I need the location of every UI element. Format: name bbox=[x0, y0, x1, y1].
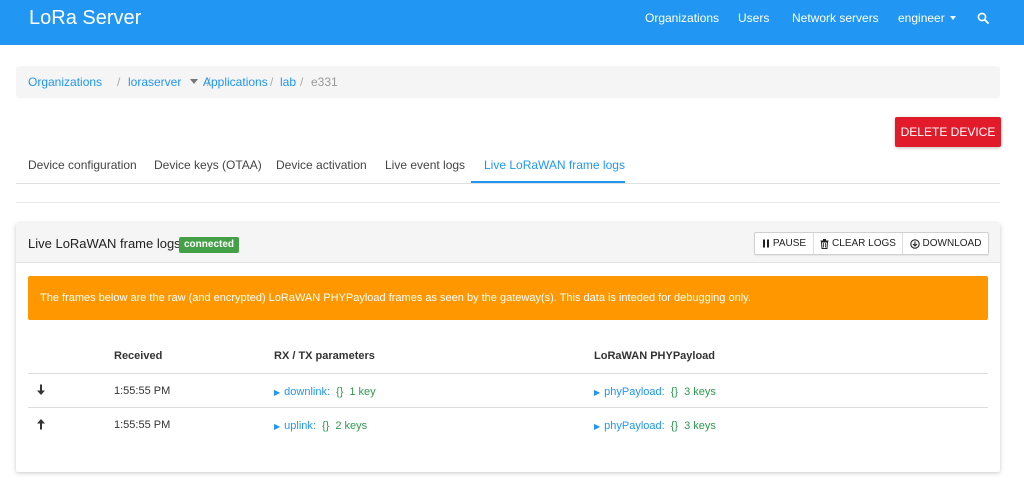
card-title: Live LoRaWAN frame logs bbox=[28, 236, 181, 251]
expand-triangle-icon: ▶ bbox=[274, 388, 281, 397]
column-header-payload: LoRaWAN PHYPayload bbox=[594, 350, 716, 362]
rx-tx-params-toggle[interactable]: ▶ uplink: {} 2 keys bbox=[274, 420, 367, 433]
json-brace: {} bbox=[321, 420, 330, 432]
section-divider bbox=[16, 202, 1000, 203]
download-button[interactable]: DOWNLOAD bbox=[903, 233, 988, 254]
rx-tx-params-toggle[interactable]: ▶ downlink: {} 1 key bbox=[274, 386, 376, 399]
pause-button[interactable]: PAUSE bbox=[755, 233, 814, 254]
phypayload-toggle[interactable]: ▶ phyPayload: {} 3 keys bbox=[594, 386, 716, 399]
nav-users[interactable]: Users bbox=[738, 12, 769, 24]
breadcrumb-separator: / bbox=[117, 75, 121, 89]
brand-title[interactable]: LoRa Server bbox=[29, 6, 141, 30]
org-switcher-caret-icon[interactable] bbox=[190, 79, 198, 84]
json-count: 3 keys bbox=[684, 420, 716, 432]
delete-device-button[interactable]: DELETE DEVICE bbox=[895, 117, 1001, 147]
active-tab-indicator bbox=[471, 181, 625, 183]
json-count: 1 key bbox=[349, 386, 376, 398]
pause-icon bbox=[762, 239, 769, 248]
chevron-down-icon bbox=[949, 15, 956, 20]
breadcrumb: Organizations / loraserver / Application… bbox=[16, 66, 1000, 98]
tab-device-activation[interactable]: Device activation bbox=[276, 158, 367, 172]
expand-triangle-icon: ▶ bbox=[594, 388, 601, 397]
top-navbar: LoRa Server Organizations Users Network … bbox=[0, 0, 1024, 45]
frame-logs-card: Live LoRaWAN frame logs connected PAUSE … bbox=[16, 223, 1000, 472]
column-header-received: Received bbox=[114, 350, 163, 362]
tab-device-keys[interactable]: Device keys (OTAA) bbox=[154, 158, 262, 172]
breadcrumb-separator: / bbox=[270, 75, 274, 89]
received-time: 1:55:55 PM bbox=[114, 419, 171, 431]
download-label: DOWNLOAD bbox=[922, 238, 982, 249]
search-icon[interactable] bbox=[977, 12, 989, 24]
phypayload-toggle[interactable]: ▶ phyPayload: {} 3 keys bbox=[594, 420, 716, 433]
json-brace: {} bbox=[670, 420, 679, 432]
expand-triangle-icon: ▶ bbox=[274, 422, 281, 431]
downlink-arrow-icon bbox=[37, 384, 45, 395]
json-key: phyPayload: bbox=[604, 420, 665, 432]
uplink-arrow-icon bbox=[37, 419, 45, 430]
json-key: phyPayload: bbox=[604, 386, 665, 398]
breadcrumb-separator: / bbox=[300, 75, 304, 89]
nav-organizations[interactable]: Organizations bbox=[645, 12, 719, 24]
pause-label: PAUSE bbox=[772, 238, 807, 249]
breadcrumb-application[interactable]: lab bbox=[280, 75, 296, 89]
download-icon bbox=[909, 238, 920, 249]
trash-icon bbox=[820, 238, 829, 249]
received-time: 1:55:55 PM bbox=[114, 385, 171, 397]
tab-device-configuration[interactable]: Device configuration bbox=[28, 158, 137, 172]
card-header: Live LoRaWAN frame logs connected PAUSE … bbox=[16, 223, 1000, 263]
debug-warning-alert: The frames below are the raw (and encryp… bbox=[28, 276, 988, 320]
breadcrumb-device: e331 bbox=[311, 75, 338, 89]
json-count: 2 keys bbox=[335, 420, 368, 432]
nav-network-servers[interactable]: Network servers bbox=[792, 12, 879, 24]
user-menu-label: engineer bbox=[898, 11, 945, 25]
json-count: 3 keys bbox=[684, 386, 716, 398]
clear-logs-label: CLEAR LOGS bbox=[832, 238, 896, 249]
log-actions-group: PAUSE CLEAR LOGS DOWNLOAD bbox=[754, 232, 989, 255]
breadcrumb-organization[interactable]: loraserver bbox=[128, 75, 181, 89]
json-brace: {} bbox=[670, 386, 679, 398]
user-menu[interactable]: engineer bbox=[898, 12, 956, 24]
tab-live-event-logs[interactable]: Live event logs bbox=[385, 158, 465, 172]
tabs-divider bbox=[16, 183, 1000, 184]
json-key: downlink: bbox=[284, 386, 331, 398]
tab-live-frame-logs[interactable]: Live LoRaWAN frame logs bbox=[484, 158, 625, 172]
json-brace: {} bbox=[336, 386, 344, 398]
column-header-rxtx: RX / TX parameters bbox=[274, 350, 375, 362]
clear-logs-button[interactable]: CLEAR LOGS bbox=[814, 233, 903, 254]
expand-triangle-icon: ▶ bbox=[594, 422, 601, 431]
status-badge: connected bbox=[179, 237, 240, 253]
table-header-divider bbox=[28, 373, 988, 374]
row-divider bbox=[28, 407, 988, 408]
breadcrumb-applications[interactable]: Applications bbox=[203, 75, 268, 89]
json-key: uplink: bbox=[284, 420, 316, 432]
breadcrumb-organizations[interactable]: Organizations bbox=[28, 75, 102, 89]
